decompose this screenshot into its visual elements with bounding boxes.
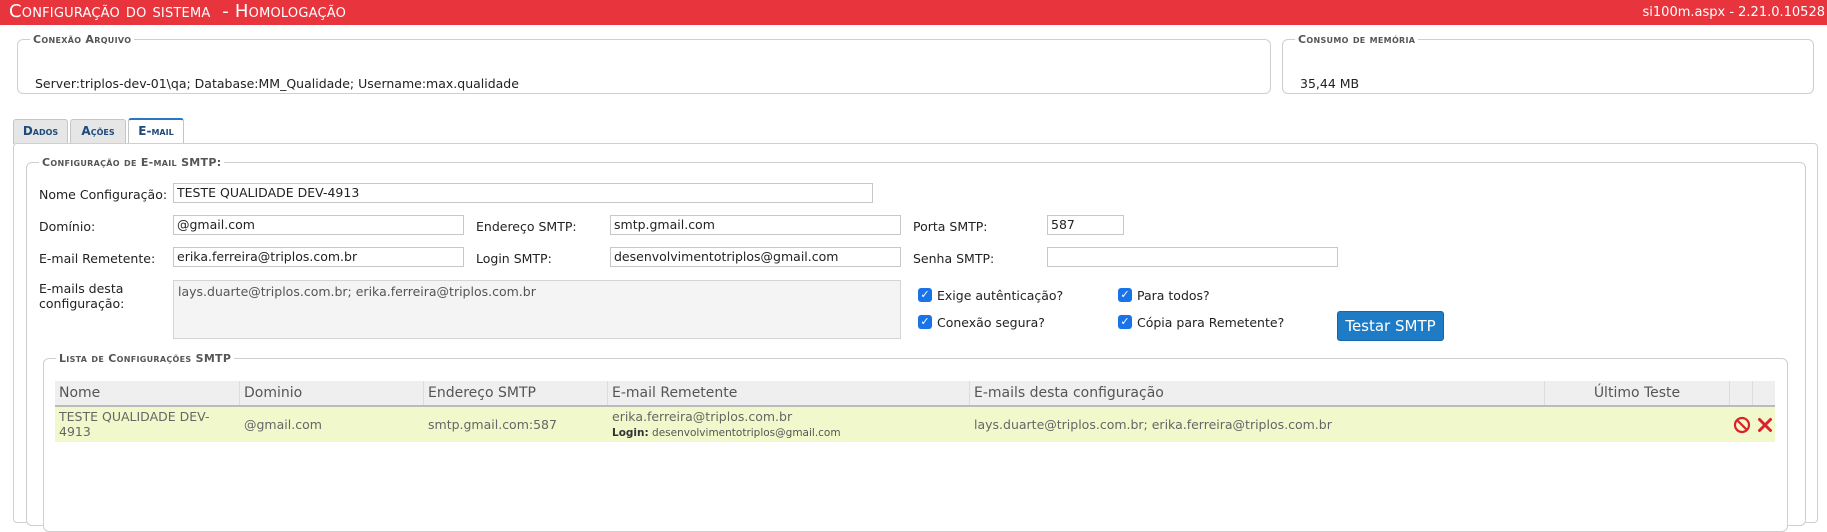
connection-box: Conexão Arquivo Server:triplos-dev-01\qa… [17,33,1271,94]
domain-input[interactable]: @gmail.com [173,215,464,235]
row-login-label: Login: [612,427,649,439]
smtp-list-legend: Lista de Configurações SMTP [59,352,232,365]
col-emails[interactable]: E-mails desta configuração [970,381,1545,405]
smtp-port-label: Porta SMTP: [913,219,988,234]
auth-checkbox-label: Exige autênticação? [937,288,1064,303]
page-title: Configuração do sistema - Homologação [9,1,347,22]
config-name-label: Nome Configuração: [39,187,168,202]
sender-label: E-mail Remetente: [39,251,156,266]
col-action-1 [1730,381,1753,405]
smtp-port-input[interactable]: 587 [1047,215,1124,235]
tab-dados[interactable]: Dados [13,119,68,144]
col-name[interactable]: Nome [55,381,240,405]
table-empty-area [55,442,1775,514]
copy-sender-checkbox[interactable]: ✓ [1118,315,1132,329]
tab-acoes[interactable]: Ações [70,119,126,144]
row-sender: erika.ferreira@triplos.com.br [612,409,793,424]
memory-value: 35,44 MB [1300,76,1360,91]
row-emails: lays.duarte@triplos.com.br; erika.ferrei… [974,417,1332,432]
secure-checkbox[interactable]: ✓ [918,315,932,329]
smtp-login-label: Login SMTP: [476,251,552,266]
table-header: Nome Dominio Endereço SMTP E-mail Remete… [55,381,1775,407]
smtp-address-label: Endereço SMTP: [476,219,577,234]
domain-label: Domínio: [39,219,96,234]
col-smtp-address[interactable]: Endereço SMTP [424,381,608,405]
disable-icon[interactable] [1733,416,1751,434]
row-smtp: smtp.gmail.com:587 [428,417,557,432]
col-sender[interactable]: E-mail Remetente [608,381,970,405]
all-checkbox[interactable]: ✓ [1118,288,1132,302]
all-checkbox-label: Para todos? [1137,288,1210,303]
smtp-config-legend: Configuração de E-mail SMTP: [42,156,222,169]
test-smtp-button[interactable]: Testar SMTP [1337,311,1444,341]
secure-checkbox-label: Conexão segura? [937,315,1045,330]
version-label: si100m.aspx - 2.21.0.10528 [1642,5,1825,20]
row-domain: @gmail.com [244,417,322,432]
col-last-test[interactable]: Último Teste [1545,381,1730,405]
row-login-value: desenvolvimentotriplos@gmail.com [652,427,841,439]
row-name: TESTE QUALIDADE DEV-4913 [59,409,210,439]
smtp-address-input[interactable]: smtp.gmail.com [610,215,901,235]
memory-legend: Consumo de memória [1298,33,1416,46]
smtp-password-label: Senha SMTP: [913,251,995,266]
title-bar: Configuração do sistema - Homologação si… [0,0,1827,25]
emails-label: E-mails desta configuração: [39,281,125,311]
table-row[interactable]: TESTE QUALIDADE DEV-4913 @gmail.com smtp… [55,407,1775,442]
connection-string: Server:triplos-dev-01\qa; Database:MM_Qu… [35,76,519,91]
smtp-password-input[interactable] [1047,247,1338,267]
row-login: Login: desenvolvimentotriplos@gmail.com [612,427,841,439]
copy-sender-checkbox-label: Cópia para Remetente? [1137,315,1285,330]
emails-textarea[interactable]: lays.duarte@triplos.com.br; erika.ferrei… [173,280,901,339]
config-name-input[interactable]: TESTE QUALIDADE DEV-4913 [173,183,873,203]
auth-checkbox[interactable]: ✓ [918,288,932,302]
smtp-login-input[interactable]: desenvolvimentotriplos@gmail.com [610,247,901,267]
col-domain[interactable]: Dominio [240,381,424,405]
col-action-2 [1753,381,1775,405]
delete-icon[interactable] [1756,416,1774,434]
connection-legend: Conexão Arquivo [33,33,132,46]
memory-box: Consumo de memória 35,44 MB [1282,33,1814,94]
sender-input[interactable]: erika.ferreira@triplos.com.br [173,247,464,267]
tab-email[interactable]: E-mail [128,118,184,144]
